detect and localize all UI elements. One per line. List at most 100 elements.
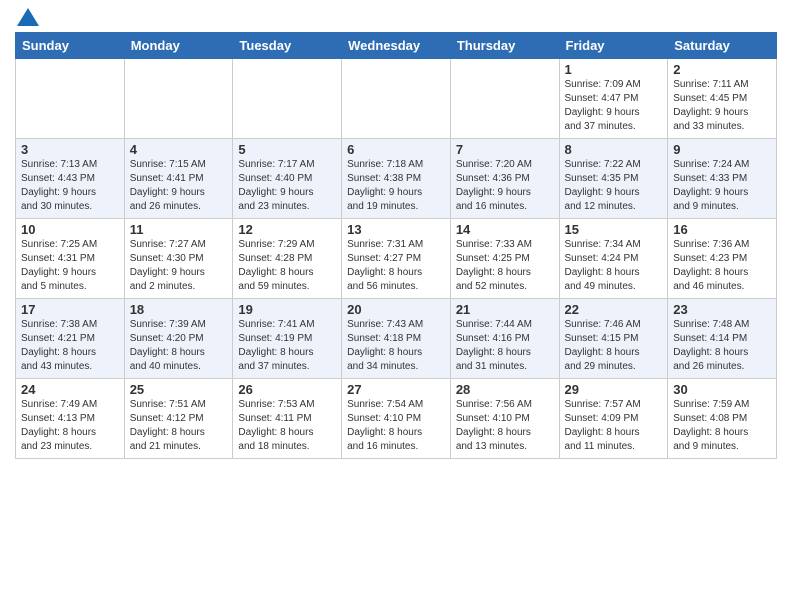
- day-number: 1: [565, 62, 663, 77]
- calendar-week-1: 1Sunrise: 7:09 AM Sunset: 4:47 PM Daylig…: [16, 59, 777, 139]
- day-detail: Sunrise: 7:51 AM Sunset: 4:12 PM Dayligh…: [130, 398, 228, 454]
- day-number: 5: [238, 142, 336, 157]
- calendar-cell: 7Sunrise: 7:20 AM Sunset: 4:36 PM Daylig…: [450, 139, 559, 219]
- day-detail: Sunrise: 7:53 AM Sunset: 4:11 PM Dayligh…: [238, 398, 336, 454]
- col-header-tuesday: Tuesday: [233, 33, 342, 59]
- calendar-cell: 13Sunrise: 7:31 AM Sunset: 4:27 PM Dayli…: [342, 219, 451, 299]
- calendar-cell: 15Sunrise: 7:34 AM Sunset: 4:24 PM Dayli…: [559, 219, 668, 299]
- day-detail: Sunrise: 7:54 AM Sunset: 4:10 PM Dayligh…: [347, 398, 445, 454]
- day-detail: Sunrise: 7:44 AM Sunset: 4:16 PM Dayligh…: [456, 318, 554, 374]
- calendar-cell: 9Sunrise: 7:24 AM Sunset: 4:33 PM Daylig…: [668, 139, 777, 219]
- calendar-cell: 14Sunrise: 7:33 AM Sunset: 4:25 PM Dayli…: [450, 219, 559, 299]
- calendar-table: SundayMondayTuesdayWednesdayThursdayFrid…: [15, 32, 777, 459]
- calendar-cell: 18Sunrise: 7:39 AM Sunset: 4:20 PM Dayli…: [124, 299, 233, 379]
- day-detail: Sunrise: 7:27 AM Sunset: 4:30 PM Dayligh…: [130, 238, 228, 294]
- day-detail: Sunrise: 7:29 AM Sunset: 4:28 PM Dayligh…: [238, 238, 336, 294]
- day-number: 8: [565, 142, 663, 157]
- calendar-cell: 17Sunrise: 7:38 AM Sunset: 4:21 PM Dayli…: [16, 299, 125, 379]
- calendar-cell: 27Sunrise: 7:54 AM Sunset: 4:10 PM Dayli…: [342, 379, 451, 459]
- calendar-cell: 28Sunrise: 7:56 AM Sunset: 4:10 PM Dayli…: [450, 379, 559, 459]
- day-detail: Sunrise: 7:24 AM Sunset: 4:33 PM Dayligh…: [673, 158, 771, 214]
- calendar-cell: 12Sunrise: 7:29 AM Sunset: 4:28 PM Dayli…: [233, 219, 342, 299]
- calendar-cell: [124, 59, 233, 139]
- calendar-week-2: 3Sunrise: 7:13 AM Sunset: 4:43 PM Daylig…: [16, 139, 777, 219]
- day-detail: Sunrise: 7:15 AM Sunset: 4:41 PM Dayligh…: [130, 158, 228, 214]
- day-number: 6: [347, 142, 445, 157]
- day-number: 30: [673, 382, 771, 397]
- page: SundayMondayTuesdayWednesdayThursdayFrid…: [0, 0, 792, 469]
- day-detail: Sunrise: 7:57 AM Sunset: 4:09 PM Dayligh…: [565, 398, 663, 454]
- calendar-cell: [233, 59, 342, 139]
- col-header-wednesday: Wednesday: [342, 33, 451, 59]
- day-number: 16: [673, 222, 771, 237]
- calendar-header-row: SundayMondayTuesdayWednesdayThursdayFrid…: [16, 33, 777, 59]
- day-number: 12: [238, 222, 336, 237]
- day-number: 9: [673, 142, 771, 157]
- calendar-cell: 4Sunrise: 7:15 AM Sunset: 4:41 PM Daylig…: [124, 139, 233, 219]
- day-detail: Sunrise: 7:33 AM Sunset: 4:25 PM Dayligh…: [456, 238, 554, 294]
- col-header-friday: Friday: [559, 33, 668, 59]
- day-number: 3: [21, 142, 119, 157]
- day-number: 20: [347, 302, 445, 317]
- calendar-week-5: 24Sunrise: 7:49 AM Sunset: 4:13 PM Dayli…: [16, 379, 777, 459]
- calendar-cell: 16Sunrise: 7:36 AM Sunset: 4:23 PM Dayli…: [668, 219, 777, 299]
- calendar-cell: 10Sunrise: 7:25 AM Sunset: 4:31 PM Dayli…: [16, 219, 125, 299]
- calendar-cell: 5Sunrise: 7:17 AM Sunset: 4:40 PM Daylig…: [233, 139, 342, 219]
- day-detail: Sunrise: 7:36 AM Sunset: 4:23 PM Dayligh…: [673, 238, 771, 294]
- calendar-cell: 3Sunrise: 7:13 AM Sunset: 4:43 PM Daylig…: [16, 139, 125, 219]
- day-number: 28: [456, 382, 554, 397]
- day-number: 15: [565, 222, 663, 237]
- day-number: 11: [130, 222, 228, 237]
- day-detail: Sunrise: 7:46 AM Sunset: 4:15 PM Dayligh…: [565, 318, 663, 374]
- day-detail: Sunrise: 7:20 AM Sunset: 4:36 PM Dayligh…: [456, 158, 554, 214]
- calendar-cell: 8Sunrise: 7:22 AM Sunset: 4:35 PM Daylig…: [559, 139, 668, 219]
- day-detail: Sunrise: 7:11 AM Sunset: 4:45 PM Dayligh…: [673, 78, 771, 134]
- col-header-sunday: Sunday: [16, 33, 125, 59]
- calendar-cell: 22Sunrise: 7:46 AM Sunset: 4:15 PM Dayli…: [559, 299, 668, 379]
- logo-icon: [17, 8, 39, 26]
- calendar-cell: 21Sunrise: 7:44 AM Sunset: 4:16 PM Dayli…: [450, 299, 559, 379]
- calendar-cell: 23Sunrise: 7:48 AM Sunset: 4:14 PM Dayli…: [668, 299, 777, 379]
- day-detail: Sunrise: 7:17 AM Sunset: 4:40 PM Dayligh…: [238, 158, 336, 214]
- calendar-cell: 29Sunrise: 7:57 AM Sunset: 4:09 PM Dayli…: [559, 379, 668, 459]
- day-number: 24: [21, 382, 119, 397]
- calendar-week-4: 17Sunrise: 7:38 AM Sunset: 4:21 PM Dayli…: [16, 299, 777, 379]
- day-number: 21: [456, 302, 554, 317]
- day-detail: Sunrise: 7:09 AM Sunset: 4:47 PM Dayligh…: [565, 78, 663, 134]
- day-detail: Sunrise: 7:49 AM Sunset: 4:13 PM Dayligh…: [21, 398, 119, 454]
- day-number: 22: [565, 302, 663, 317]
- day-number: 17: [21, 302, 119, 317]
- header: [15, 10, 777, 24]
- col-header-saturday: Saturday: [668, 33, 777, 59]
- day-detail: Sunrise: 7:13 AM Sunset: 4:43 PM Dayligh…: [21, 158, 119, 214]
- day-number: 27: [347, 382, 445, 397]
- calendar-cell: 6Sunrise: 7:18 AM Sunset: 4:38 PM Daylig…: [342, 139, 451, 219]
- day-detail: Sunrise: 7:41 AM Sunset: 4:19 PM Dayligh…: [238, 318, 336, 374]
- calendar-cell: 24Sunrise: 7:49 AM Sunset: 4:13 PM Dayli…: [16, 379, 125, 459]
- logo: [15, 10, 39, 24]
- calendar-cell: [450, 59, 559, 139]
- day-number: 25: [130, 382, 228, 397]
- calendar-cell: 11Sunrise: 7:27 AM Sunset: 4:30 PM Dayli…: [124, 219, 233, 299]
- day-number: 26: [238, 382, 336, 397]
- calendar-cell: 30Sunrise: 7:59 AM Sunset: 4:08 PM Dayli…: [668, 379, 777, 459]
- day-detail: Sunrise: 7:48 AM Sunset: 4:14 PM Dayligh…: [673, 318, 771, 374]
- calendar-cell: 1Sunrise: 7:09 AM Sunset: 4:47 PM Daylig…: [559, 59, 668, 139]
- calendar-cell: 26Sunrise: 7:53 AM Sunset: 4:11 PM Dayli…: [233, 379, 342, 459]
- day-detail: Sunrise: 7:56 AM Sunset: 4:10 PM Dayligh…: [456, 398, 554, 454]
- day-detail: Sunrise: 7:22 AM Sunset: 4:35 PM Dayligh…: [565, 158, 663, 214]
- calendar-week-3: 10Sunrise: 7:25 AM Sunset: 4:31 PM Dayli…: [16, 219, 777, 299]
- col-header-monday: Monday: [124, 33, 233, 59]
- calendar-cell: [16, 59, 125, 139]
- day-detail: Sunrise: 7:31 AM Sunset: 4:27 PM Dayligh…: [347, 238, 445, 294]
- calendar-cell: 25Sunrise: 7:51 AM Sunset: 4:12 PM Dayli…: [124, 379, 233, 459]
- day-number: 18: [130, 302, 228, 317]
- day-detail: Sunrise: 7:18 AM Sunset: 4:38 PM Dayligh…: [347, 158, 445, 214]
- day-number: 13: [347, 222, 445, 237]
- day-number: 19: [238, 302, 336, 317]
- col-header-thursday: Thursday: [450, 33, 559, 59]
- day-number: 10: [21, 222, 119, 237]
- day-detail: Sunrise: 7:34 AM Sunset: 4:24 PM Dayligh…: [565, 238, 663, 294]
- day-number: 2: [673, 62, 771, 77]
- day-number: 4: [130, 142, 228, 157]
